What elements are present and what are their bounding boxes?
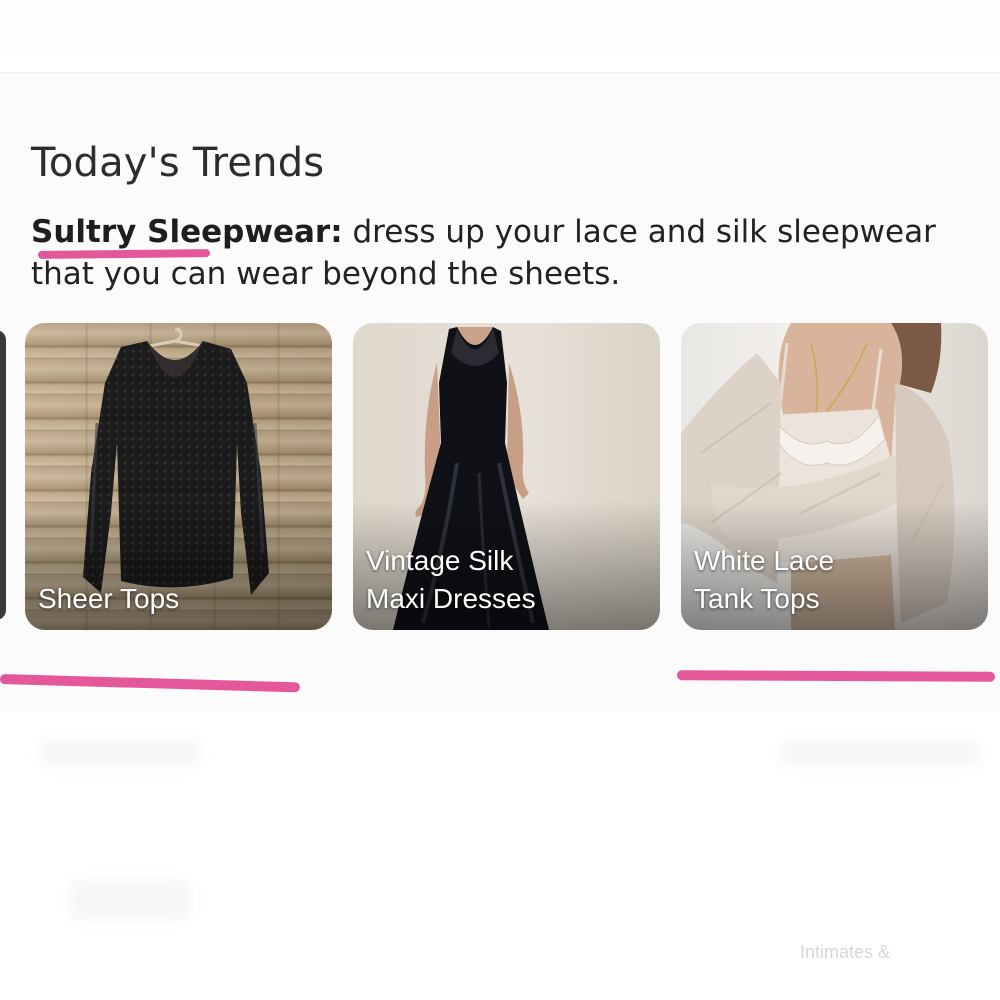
- blurred-content: [40, 740, 200, 766]
- previous-card-edge[interactable]: [0, 330, 6, 620]
- top-band: [0, 0, 1000, 70]
- faint-category-label: Intimates &: [800, 942, 891, 962]
- annotation-underline-right: [676, 670, 996, 682]
- section-title: Today's Trends: [31, 140, 325, 186]
- card-label: Sheer Tops: [38, 583, 180, 614]
- blurred-content: [70, 880, 190, 920]
- trend-card-white-lace-tank-tops[interactable]: White Lace Tank Tops: [681, 323, 988, 630]
- trend-card-vintage-silk-maxi-dresses[interactable]: Vintage Silk Maxi Dresses: [353, 323, 660, 630]
- card-label: Vintage Silk Maxi Dresses: [366, 545, 536, 614]
- blurred-content: [780, 740, 980, 766]
- trend-card-sheer-tops[interactable]: Sheer Tops: [25, 323, 332, 630]
- card-label: White Lace Tank Tops: [694, 545, 835, 614]
- highlight-label: Sultry Sleepwear:: [31, 214, 343, 250]
- trends-page: Today's Trends Sultry Sleepwear: dress u…: [0, 0, 1000, 1000]
